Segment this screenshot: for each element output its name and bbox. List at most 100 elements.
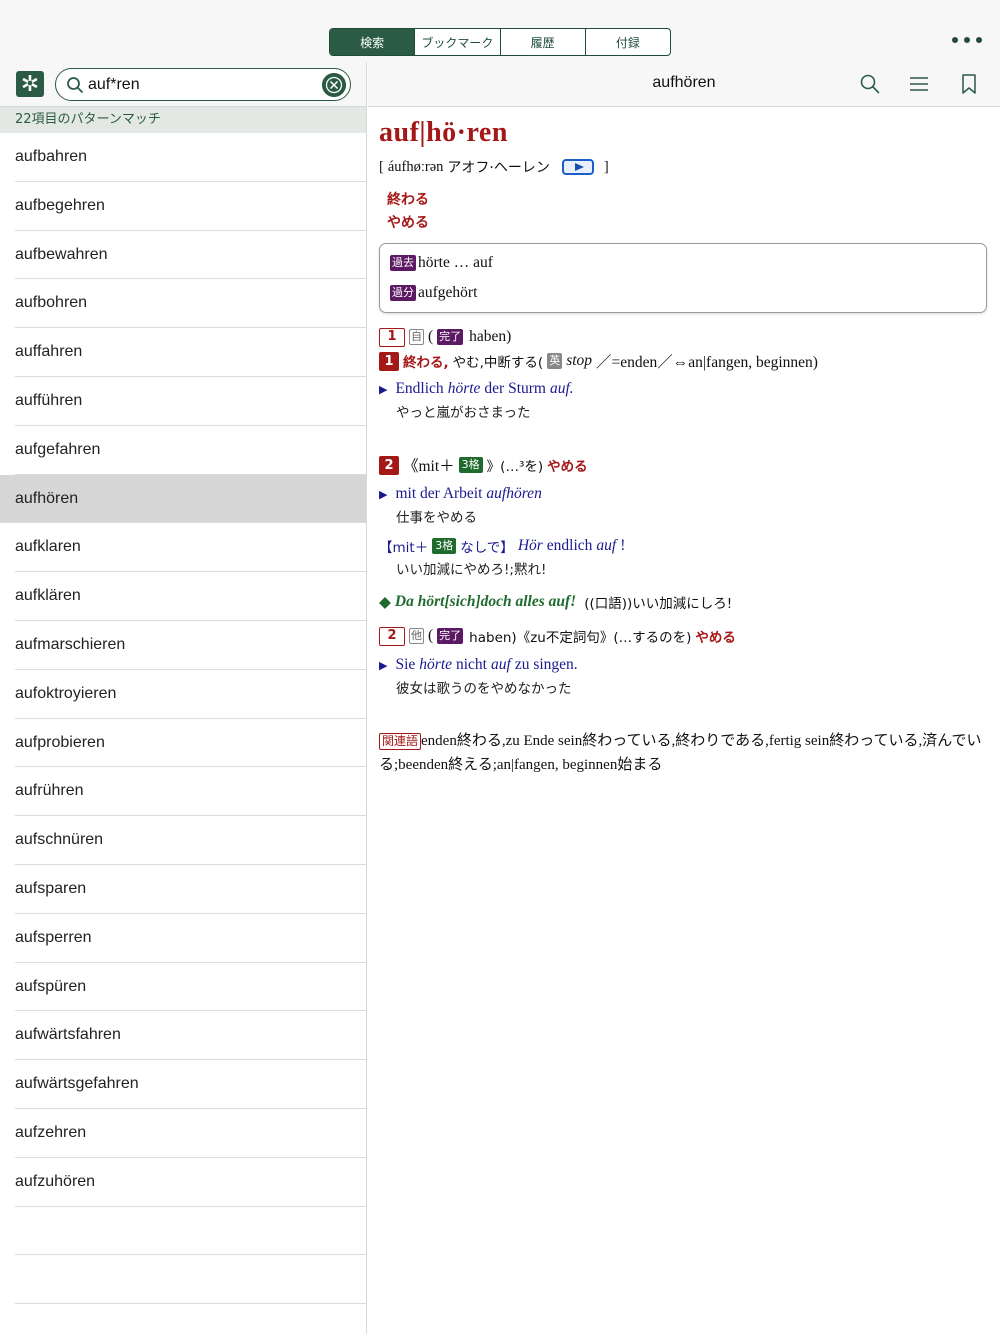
search-box <box>55 68 351 101</box>
list-item[interactable]: aufklaren <box>0 523 366 572</box>
example-emph: auf. <box>549 380 574 397</box>
aux-open: ( <box>428 328 434 345</box>
list-item[interactable]: aufoktroyieren <box>0 670 366 719</box>
idiom-diamond-icon: ◆ <box>379 593 391 611</box>
example-emph: hörte <box>447 380 481 397</box>
list-item[interactable]: aufbegehren <box>0 182 366 231</box>
list-item[interactable]: aufprobieren <box>0 719 366 768</box>
example: 【mit＋ 3格 なしで】 Hör endlich auf! <box>379 534 991 558</box>
list-item[interactable]: aufbewahren <box>0 231 366 280</box>
list-item[interactable]: aufzehren <box>0 1109 366 1158</box>
form-text: aufgehört <box>418 284 478 301</box>
example-text: mit der Arbeit <box>395 485 483 502</box>
meaning: 終わる <box>387 192 429 208</box>
sense-header: 1 自 ( 完了 haben) <box>379 325 991 349</box>
example: ▶ Endlich hörte der Sturm auf. <box>379 377 991 401</box>
kana-reading: アオフ·ヘーレン <box>447 160 550 176</box>
sub-sense-number: 2 <box>379 455 399 475</box>
idiom-text: Da hört[sich]doch alles auf! <box>394 593 577 610</box>
definition-text: やむ,中断する( <box>452 355 544 371</box>
verb-kind: 他 <box>409 628 424 644</box>
example-bullet-icon: ▶ <box>379 383 388 396</box>
search-row: ✲ <box>0 62 366 107</box>
list-item[interactable]: aufzuhören <box>0 1158 366 1207</box>
list-item[interactable]: aufführen <box>0 377 366 426</box>
entry-header: aufhören <box>368 62 1000 107</box>
english-tag: 英 <box>547 353 563 369</box>
entry-pane: aufhören auf|hö·ren [ áufhøːrən アオフ·ヘーレン… <box>368 62 1000 1334</box>
list-item[interactable]: aufsparen <box>0 865 366 914</box>
sense-number: 2 <box>379 626 405 646</box>
related-tag: 関連語 <box>379 733 422 750</box>
form-tag: 過去 <box>390 255 416 271</box>
clear-icon[interactable] <box>322 73 346 97</box>
ipa: áufhøːrən <box>387 158 444 175</box>
sub-sense-number: 1 <box>379 351 399 371</box>
aux-text: haben)《zu不定詞句》(…するのを) <box>469 630 692 646</box>
mode-segmented-control: 検索 ブックマーク 履歴 付録 <box>329 28 671 56</box>
example: ▶ Sie hörte nicht auf zu singen. <box>379 653 991 677</box>
list-item[interactable]: aufbahren <box>0 133 366 182</box>
list-item[interactable]: auffahren <box>0 328 366 377</box>
case-tag: 3格 <box>432 538 457 554</box>
tab-search[interactable]: 検索 <box>330 29 416 55</box>
list-item[interactable]: aufschnüren <box>0 816 366 865</box>
search-icon <box>67 77 83 93</box>
case-open: 《mit＋ <box>403 458 455 475</box>
sense-1: 1 自 ( 完了 haben) 1 終わる, やむ,中断する( 英 stop ／… <box>379 325 991 425</box>
menu-icon[interactable] <box>908 73 930 95</box>
list-item[interactable]: aufwärtsfahren <box>0 1011 366 1060</box>
tab-history[interactable]: 履歴 <box>501 29 586 55</box>
sense-header: 2 他 ( 完了 haben)《zu不定詞句》(…するのを) やめる <box>379 624 991 648</box>
related-text: enden終わる,zu Ende sein終わっている,終わりである,ferti… <box>379 733 982 773</box>
form-tag: 過分 <box>390 285 416 301</box>
word-list-pane: ✲ 22項目のパターンマッチ aufbahrenaufbegehrenaufbe… <box>0 62 367 1334</box>
ellipsis-icon[interactable] <box>952 30 982 50</box>
search-input[interactable] <box>88 73 318 97</box>
case-rest: 》(…³を) <box>486 459 544 475</box>
list-item[interactable]: aufwärtsgefahren <box>0 1060 366 1109</box>
definition-keyword: やめる <box>547 459 588 475</box>
tab-bookmarks[interactable]: ブックマーク <box>415 29 501 55</box>
list-item[interactable]: aufspüren <box>0 963 366 1012</box>
play-audio-icon[interactable] <box>561 159 594 175</box>
idiom: ◆ Da hört[sich]doch alles auf! ((口語))いい加… <box>379 590 991 614</box>
headword: auf|hö·ren <box>379 117 508 148</box>
list-item[interactable]: aufklären <box>0 572 366 621</box>
verb-kind: 自 <box>409 329 424 345</box>
example-emph: Hör <box>517 537 543 554</box>
definition-keyword: 終わる, <box>403 355 449 371</box>
example-translation: やっと嵐がおさまった <box>396 405 531 421</box>
pron-open-bracket: [ <box>379 158 384 175</box>
example-text: Sie <box>395 656 416 673</box>
case-tag: 3格 <box>458 457 483 473</box>
list-item[interactable]: aufmarschieren <box>0 621 366 670</box>
condition-open: 【mit＋ <box>379 540 429 556</box>
list-item[interactable]: aufgefahren <box>0 426 366 475</box>
main-meanings: 終わる やめる <box>387 189 991 235</box>
idiom-translation: ((口語))いい加減にしろ! <box>584 596 733 612</box>
list-item[interactable]: aufbohren <box>0 279 366 328</box>
example-text: endlich <box>546 537 593 554</box>
search-icon[interactable] <box>859 73 881 95</box>
tab-appendix[interactable]: 付録 <box>586 29 670 55</box>
definition: 1 終わる, やむ,中断する( 英 stop ／=enden／⇔an|fange… <box>379 349 991 373</box>
list-item[interactable]: aufhören <box>0 474 366 524</box>
example-text: zu singen. <box>514 656 578 673</box>
wildcard-icon[interactable]: ✲ <box>16 71 44 97</box>
form-row: 過去 hörte … auf <box>390 248 976 278</box>
example-translation: 仕事をやめる <box>396 510 477 526</box>
aux-open: ( <box>428 627 434 644</box>
list-item[interactable]: aufsperren <box>0 914 366 963</box>
list-item[interactable]: aufrühren <box>0 767 366 816</box>
example-emph: auf <box>596 537 617 554</box>
example-emph: hörte <box>419 656 452 673</box>
condition-close: なしで】 <box>460 540 514 556</box>
example-text: der Sturm <box>484 380 546 397</box>
bookmark-icon[interactable] <box>958 73 980 95</box>
word-list: aufbahren aufbegehren aufbewahren aufbohren… <box>0 133 366 1334</box>
aux-tag: 完了 <box>437 329 464 345</box>
example-text: nicht <box>456 656 487 673</box>
related-words: 関連語 enden終わる,zu Ende sein終わっている,終わりである,fe… <box>379 729 991 777</box>
pron-close-bracket: ] <box>603 158 609 175</box>
